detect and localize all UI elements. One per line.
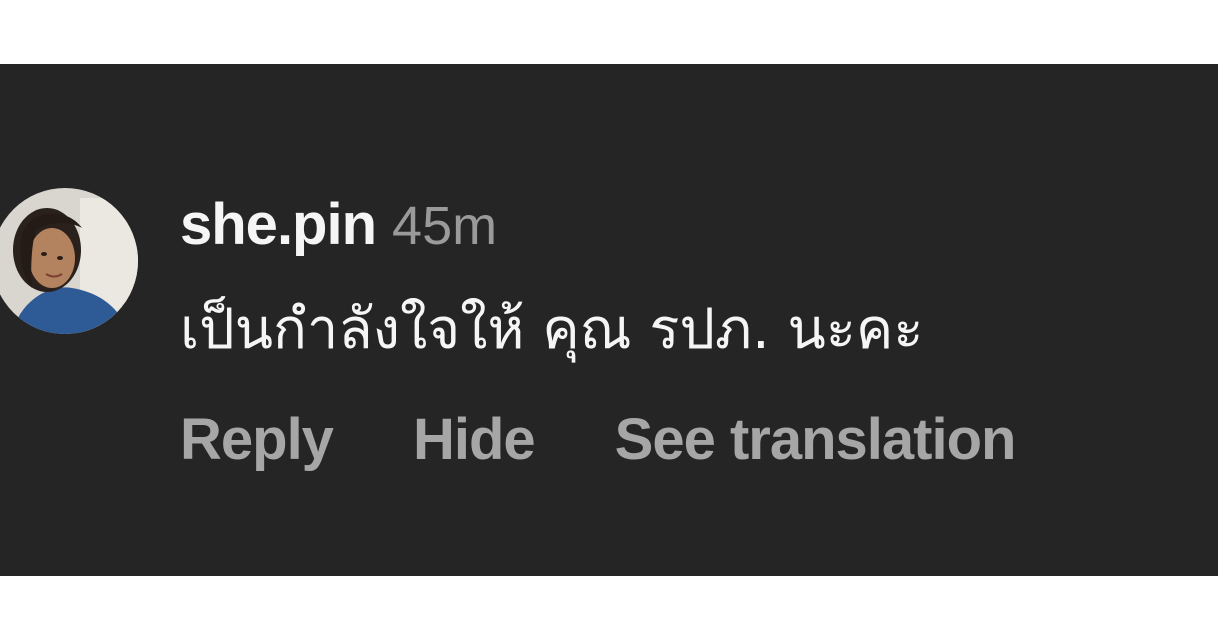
page: she.pin 45m เป็นกำลังใจให้ คุณ รปภ. นะคะ… [0,0,1218,640]
username[interactable]: she.pin [180,191,377,258]
avatar[interactable] [0,188,138,334]
avatar-image [0,188,138,334]
reply-button[interactable]: Reply [180,406,334,473]
hide-button[interactable]: Hide [413,406,536,473]
comment-header: she.pin 45m [180,191,497,261]
comment-actions: Reply Hide See translation [180,404,1017,474]
comment-item: she.pin 45m เป็นกำลังใจให้ คุณ รปภ. นะคะ… [0,64,1218,576]
see-translation-button[interactable]: See translation [615,406,1017,473]
timestamp: 45m [392,196,498,256]
comment-text: เป็นกำลังใจให้ คุณ รปภ. นะคะ [180,297,924,362]
